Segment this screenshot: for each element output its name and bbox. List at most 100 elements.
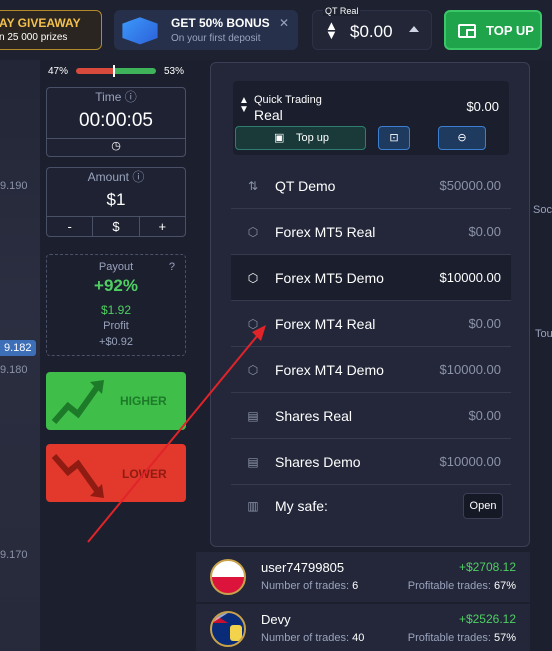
account-item-forex-mt5-real[interactable]: ⬡ Forex MT5 Real $0.00 (231, 209, 511, 255)
flag-emblem-icon (212, 613, 242, 641)
top-up-button[interactable]: TOP UP (444, 10, 542, 50)
side-label: Tou (535, 328, 552, 340)
document-icon: ▤ (247, 455, 259, 469)
gift-icon (122, 17, 158, 45)
payout-percent: +92% (94, 276, 138, 295)
time-selector[interactable]: Time ⓘ 00:00:05 ◷ (46, 87, 186, 157)
leaderboard-row[interactable]: user74799805 Number of trades: 6 +$2708.… (196, 552, 530, 602)
account-balance: $0.00 (468, 224, 501, 239)
account-selector[interactable]: QT Real ▲ ▼ $0.00 (312, 6, 432, 50)
giveaway-banner[interactable]: AY GIVEAWAY n 25 000 prizes (0, 10, 102, 50)
account-item-forex-mt4-real[interactable]: ⬡ Forex MT4 Real $0.00 (231, 301, 511, 347)
payout-panel: Payout ? +92% $1.92 Profit +$0.92 (46, 254, 186, 356)
account-name: Forex MT4 Demo (275, 362, 384, 378)
leaderboard-row[interactable]: Devy Number of trades: 40 +$2526.12 Prof… (196, 604, 530, 651)
help-icon[interactable]: ? (169, 261, 175, 273)
time-label: Time ⓘ (95, 90, 137, 104)
decrease-amount-button[interactable]: - (47, 217, 94, 236)
account-item-shares-real[interactable]: ▤ Shares Real $0.00 (231, 393, 511, 439)
account-balance: $0.00 (468, 408, 501, 423)
close-icon[interactable]: ✕ (279, 16, 289, 30)
account-balance: $10000.00 (439, 454, 501, 469)
account-item-forex-mt5-demo[interactable]: ⬡ Forex MT5 Demo $10000.00 (231, 255, 511, 301)
chevron-up-icon (409, 26, 419, 32)
trend-up-icon (51, 380, 104, 424)
account-name: Shares Real (275, 408, 353, 424)
leader-profitable: Profitable trades: 57% (407, 632, 516, 644)
lower-button[interactable]: LOWER (46, 444, 186, 502)
account-name: Forex MT5 Real (275, 224, 376, 240)
account-item-shares-demo[interactable]: ▤ Shares Demo $10000.00 (231, 439, 511, 485)
currency-toggle-button[interactable]: $ (93, 217, 140, 236)
lower-label: LOWER (122, 467, 167, 481)
current-price: 9.182 (0, 340, 36, 356)
leader-profit: +$2526.12 (458, 612, 516, 626)
bonus-title: GET 50% BONUS (171, 16, 270, 30)
leader-trades: Number of trades: 6 (261, 580, 359, 592)
wallet-icon (458, 24, 476, 38)
account-balance: $10000.00 (439, 362, 501, 377)
payout-amount: $1.92 (100, 303, 132, 317)
sentiment-bar (76, 68, 156, 74)
account-balance: $0.00 (350, 22, 393, 41)
chart-area[interactable]: 9.190 9.182 9.180 9.170 (0, 60, 40, 651)
profit-value: +$0.92 (99, 336, 133, 348)
swap-arrows-icon: ⇅ (247, 179, 259, 193)
bonus-subtitle: On your first deposit (171, 33, 261, 44)
flag-poland-icon (210, 559, 246, 595)
account-balance: $50000.00 (439, 178, 501, 193)
time-value[interactable]: 00:00:05 (47, 110, 185, 132)
exchange-icon: ⊖ (457, 132, 467, 144)
increase-amount-button[interactable]: + (140, 217, 185, 236)
flag-turks-caicos-icon (210, 611, 246, 647)
account-item-qt-demo[interactable]: ⇅ QT Demo $50000.00 (231, 163, 511, 209)
quick-trading-real-account[interactable]: ▲ ▼ Quick Trading Real $0.00 ▣ Top up ⊡ ⊖ (233, 81, 509, 155)
account-top-up-button[interactable]: ▣ Top up (235, 126, 366, 150)
forex-icon: ⬡ (247, 363, 259, 377)
transactions-button[interactable]: ⊖ (438, 126, 486, 150)
withdraw-icon: ⊡ (389, 132, 399, 144)
account-balance: $0.00 (466, 99, 499, 114)
open-safe-button[interactable]: Open (463, 493, 503, 519)
withdraw-button[interactable]: ⊡ (378, 126, 410, 150)
account-label: QT Real (323, 6, 361, 16)
price-tick: 9.170 (0, 549, 28, 561)
forex-icon: ⬡ (247, 317, 259, 331)
account-item-forex-mt4-demo[interactable]: ⬡ Forex MT4 Demo $10000.00 (231, 347, 511, 393)
trader-sentiment: 47% 53% (46, 64, 186, 78)
forex-icon: ⬡ (247, 225, 259, 239)
amount-value[interactable]: $1 (47, 190, 185, 210)
bonus-banner[interactable]: GET 50% BONUS On your first deposit ✕ (114, 10, 298, 50)
leader-profitable: Profitable trades: 67% (407, 580, 516, 592)
sentiment-down: 47% (48, 66, 69, 77)
swap-arrows-icon: ▲ ▼ (325, 18, 338, 42)
giveaway-subtitle: n 25 000 prizes (0, 32, 68, 43)
trend-down-icon (51, 454, 104, 498)
sentiment-up: 53% (163, 66, 184, 77)
clock-icon[interactable]: ◷ (47, 138, 185, 156)
account-name: QT Demo (275, 178, 336, 194)
account-name: Forex MT5 Demo (275, 270, 384, 286)
sentiment-marker (113, 65, 115, 77)
account-dropdown: ▲ ▼ Quick Trading Real $0.00 ▣ Top up ⊡ ⊖… (210, 62, 530, 547)
giveaway-title: AY GIVEAWAY (0, 16, 81, 30)
side-label: Soc (533, 204, 552, 216)
safe-icon: ▥ (247, 499, 259, 513)
forex-icon: ⬡ (247, 271, 259, 285)
account-balance: $10000.00 (439, 270, 501, 285)
top-up-label: TOP UP (486, 23, 534, 38)
leader-username: Devy (261, 612, 291, 627)
top-up-label: Top up (296, 132, 330, 144)
profit-label: Profit (103, 320, 129, 332)
leader-trades: Number of trades: 40 (261, 632, 365, 644)
amount-selector[interactable]: Amount ⓘ $1 - $ + (46, 167, 186, 237)
leader-profit: +$2708.12 (458, 560, 516, 574)
leader-username: user74799805 (261, 560, 345, 575)
swap-arrows-icon: ▲ ▼ (239, 95, 249, 115)
top-bar: AY GIVEAWAY n 25 000 prizes GET 50% BONU… (0, 0, 552, 60)
payout-label: Payout (98, 261, 134, 273)
account-type: Quick Trading (254, 94, 322, 106)
higher-button[interactable]: HIGHER (46, 372, 186, 430)
price-tick: 9.190 (0, 180, 28, 192)
amount-label: Amount ⓘ (87, 170, 145, 184)
